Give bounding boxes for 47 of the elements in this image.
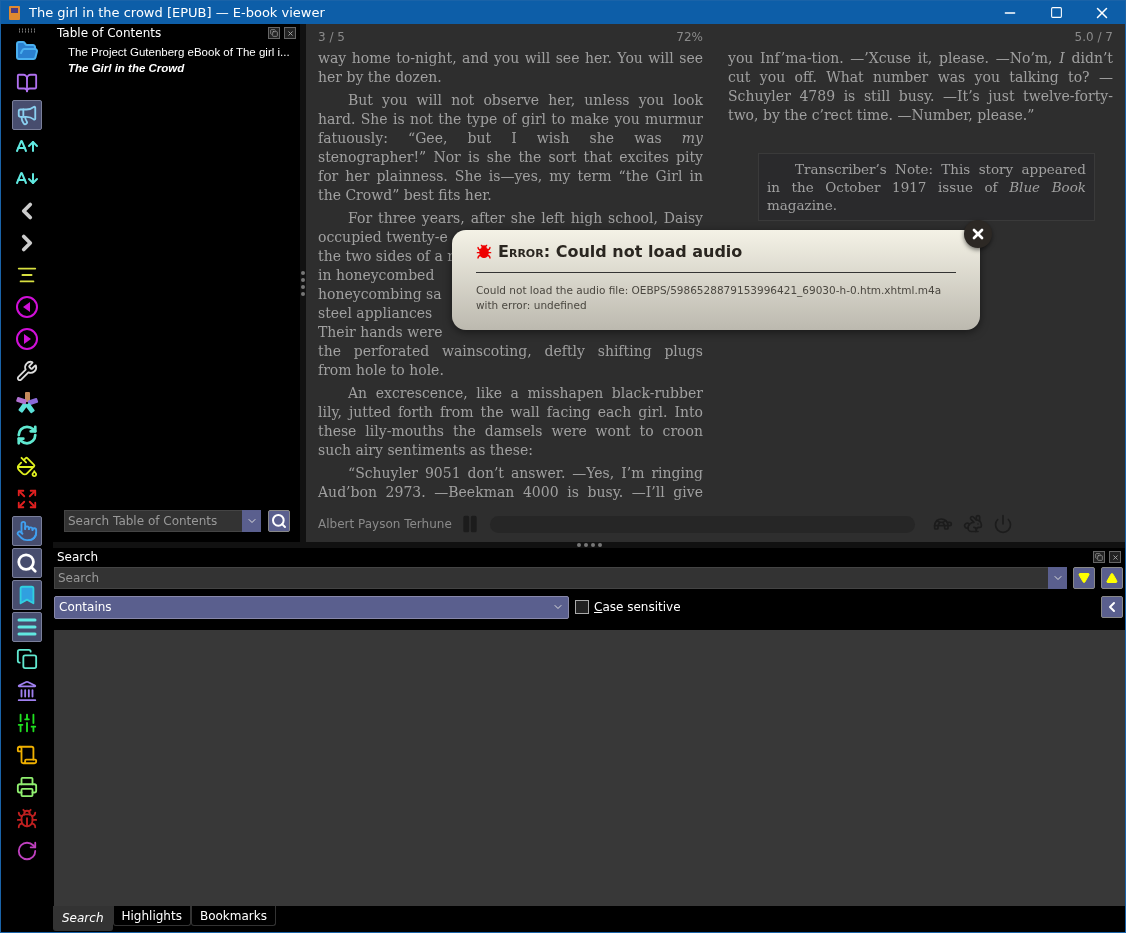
transcriber-note: Transcriber’s Note: This story appeared in the October 1917 issue of Blue Book magazine. bbox=[758, 153, 1095, 221]
toc-search-field[interactable]: Search Table of Contents bbox=[64, 510, 243, 532]
paragraph: An excrescence, like a misshapen black-rubber lily, jutted forth from the wall facing each girl. Into these lily-mouths the damsels were wont to croon such airy sentiments as these: bbox=[318, 384, 703, 460]
panel-title: Table of Contents bbox=[57, 26, 163, 40]
text-line: steel appliances bbox=[318, 304, 433, 323]
progress-percent: 72% bbox=[676, 29, 703, 44]
checkbox-label[interactable]: Case sensitive bbox=[594, 600, 681, 614]
float-button[interactable] bbox=[268, 27, 281, 39]
app-icon bbox=[7, 4, 23, 21]
paragraph: “Schuyler 9051 don’t answer. —Yes, I’m ringing Aud’bon 2973. —Beekman 4000 is busy. —I’ll give bbox=[318, 464, 703, 502]
window-title: The girl in the crowd [EPUB] — E-book viewer bbox=[29, 5, 326, 20]
paragraph: way home to-night, and you will see her. You will see her by the dozen. bbox=[318, 49, 703, 87]
splitter-handle[interactable] bbox=[53, 542, 1125, 548]
page-counter: 3 / 5 bbox=[318, 29, 345, 44]
author-name: Albert Payson Terhune bbox=[318, 517, 452, 531]
paragraph: you Inf’ma-tion. —’Xcuse it, please. —No’m, I didn’t cut you off. What number was you talking to? —Schuyler 4789 is still busy. —It’s just twelve-forty-two, by the c’rect time. —Number, please.” bbox=[728, 49, 1113, 125]
find-next-button[interactable] bbox=[1073, 567, 1095, 589]
toc-item[interactable]: The Girl in the Crowd bbox=[53, 60, 185, 76]
text-line: honeycombing sa bbox=[318, 285, 442, 304]
text-line: in honeycombed bbox=[318, 266, 435, 285]
checkbox[interactable] bbox=[575, 600, 589, 614]
toc-item[interactable]: The Project Gutenberg eBook of The girl i... bbox=[53, 44, 290, 60]
error-message: Could not load the audio file: OEBPS/5986528879153996421_69030-h-0.htm.xhtml.m4a with error: undefined bbox=[476, 283, 942, 313]
panel-tab[interactable]: Bookmarks bbox=[190, 906, 276, 926]
text-line: For three years, after she left high school, Daisy bbox=[347, 209, 703, 228]
match-mode-dropdown[interactable]: Contains bbox=[54, 595, 569, 619]
text-line: Their hands were bbox=[318, 323, 443, 342]
panel-title: Search bbox=[57, 550, 100, 564]
bug-icon bbox=[476, 244, 492, 260]
close-icon[interactable] bbox=[970, 226, 986, 242]
dialog-title: Error: Could not load audio bbox=[498, 242, 743, 262]
close-button[interactable] bbox=[964, 220, 992, 248]
dropdown-button[interactable] bbox=[242, 510, 262, 532]
text-line: from hole to hole. bbox=[318, 361, 444, 380]
text-line: occupied twenty-e bbox=[318, 228, 448, 247]
triangle-up-icon[interactable] bbox=[1106, 572, 1118, 584]
panel-tab[interactable]: Search bbox=[53, 906, 113, 931]
triangle-down-icon[interactable] bbox=[1078, 572, 1090, 584]
panel-tab[interactable]: Highlights bbox=[112, 906, 191, 926]
paragraph: But you will not observe her, unless you look hard. She is not the type of girl to make you murmur fatuously: “Gee, but I wish she was my stenographer!” Nor is she the sort that excites pity for her plainness. She is—yes, my term “the Girl in the Crowd” best fits her. bbox=[318, 91, 703, 205]
search-field[interactable]: Search bbox=[54, 567, 1048, 589]
float-button[interactable] bbox=[1093, 551, 1105, 563]
text-line: the perforated wainscoting, deftly shifting plugs bbox=[318, 342, 703, 361]
maximize-icon[interactable] bbox=[1049, 6, 1063, 19]
find-previous-button[interactable] bbox=[1101, 567, 1123, 589]
page-counter: 5.0 / 7 bbox=[1074, 29, 1113, 44]
splitter-handle[interactable] bbox=[300, 24, 306, 542]
